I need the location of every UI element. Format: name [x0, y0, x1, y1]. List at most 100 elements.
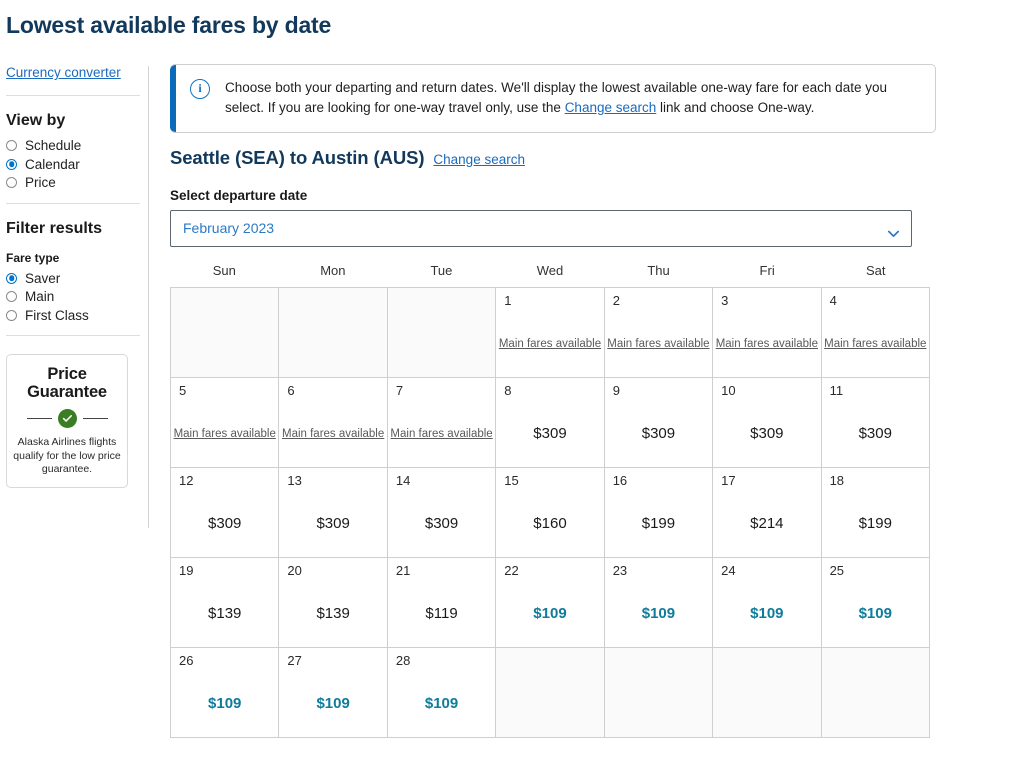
calendar-fare-price: $309: [858, 424, 892, 442]
calendar-day-number: 24: [721, 562, 736, 578]
calendar-day-cell[interactable]: 7 Main fares available: [387, 377, 497, 468]
banner-text: Choose both your departing and return da…: [225, 78, 921, 119]
calendar-day-cell[interactable]: 23 $109: [604, 557, 714, 648]
fare-type-option-main[interactable]: Main: [6, 290, 140, 304]
calendar-day-cell[interactable]: 16 $199: [604, 467, 714, 558]
calendar-day-cell[interactable]: 11 $309: [821, 377, 930, 468]
route-title: Seattle (SEA) to Austin (AUS): [170, 146, 425, 168]
calendar-day-cell[interactable]: 5 Main fares available: [171, 377, 280, 468]
view-by-option-label: Schedule: [25, 138, 82, 153]
calendar-day-cell[interactable]: 9 $309: [604, 377, 714, 468]
calendar-day-number: 4: [829, 292, 837, 308]
calendar-fare-price-sale: $109: [858, 604, 892, 622]
info-icon: i: [190, 79, 210, 99]
calendar-day-cell[interactable]: 24 $109: [713, 557, 822, 648]
calendar-cell-empty: [821, 647, 930, 738]
calendar-day-number: 19: [179, 562, 194, 578]
calendar-fare-price: $119: [425, 604, 458, 622]
calendar-day-cell[interactable]: 21 $119: [387, 557, 497, 648]
calendar-cell-body: Main fares available: [605, 314, 712, 377]
calendar-day-cell[interactable]: 15 $160: [496, 467, 605, 558]
calendar-fare-price: $199: [858, 514, 892, 532]
price-guarantee-text: Alaska Airlines flights qualify for the …: [13, 435, 121, 476]
calendar-cell-body: $199: [605, 494, 712, 557]
rule-left: [26, 417, 52, 419]
calendar-cell-empty: [496, 647, 605, 738]
fare-type-option-first-class[interactable]: First Class: [6, 308, 140, 323]
calendar-day-cell[interactable]: 8 $309: [496, 377, 605, 468]
main-content: i Choose both your departing and return …: [170, 64, 938, 738]
calendar-cell-body: $309: [279, 494, 386, 557]
fare-type-option-label: Main: [25, 289, 55, 304]
chevron-down-icon: [887, 225, 900, 237]
calendar-day-cell[interactable]: 2 Main fares available: [604, 287, 714, 378]
calendar-day-number: 10: [721, 382, 736, 398]
fare-calendar: Sun Mon Tue Wed Thu Fri Sat 1 Main fares …: [170, 263, 930, 738]
calendar-cell-body: $109: [279, 674, 386, 737]
main-fares-available-link[interactable]: Main fares available: [390, 427, 492, 443]
calendar-day-cell[interactable]: 10 $309: [713, 377, 822, 468]
view-by-option-calendar[interactable]: Calendar: [6, 157, 140, 172]
calendar-day-number: 1: [504, 292, 512, 308]
calendar-day-cell[interactable]: 17 $214: [713, 467, 822, 558]
main-fares-available-link[interactable]: Main fares available: [824, 337, 926, 353]
calendar-cell-body: $109: [388, 674, 495, 737]
calendar-cell-body: $309: [713, 404, 820, 467]
calendar-day-number: 11: [829, 382, 844, 398]
calendar-day-cell[interactable]: 19 $139: [171, 557, 280, 648]
calendar-fare-price: $139: [316, 604, 350, 622]
calendar-cell-body: $309: [496, 404, 603, 467]
weekday-sun: Sun: [212, 262, 236, 278]
calendar-day-cell[interactable]: 4 Main fares available: [821, 287, 930, 378]
fare-type-option-label: Saver: [25, 270, 61, 286]
calendar-day-cell[interactable]: 1 Main fares available: [496, 287, 605, 378]
sidebar-vertical-divider: [148, 66, 149, 528]
calendar-day-number: 27: [287, 652, 302, 668]
currency-converter-link[interactable]: Currency converter: [6, 65, 121, 80]
calendar-fare-price: $160: [533, 514, 567, 532]
calendar-day-cell[interactable]: 14 $309: [387, 467, 497, 558]
calendar-cell-body: Main fares available: [496, 314, 603, 377]
calendar-day-number: 12: [179, 472, 194, 488]
view-by-option-price[interactable]: Price: [6, 176, 140, 190]
fare-type-option-saver[interactable]: Saver: [6, 270, 140, 286]
weekday-wed: Wed: [536, 262, 564, 278]
sidebar-divider-2: [6, 202, 140, 204]
change-search-link[interactable]: Change search: [433, 152, 525, 167]
calendar-day-cell[interactable]: 27 $109: [279, 647, 388, 738]
main-fares-available-link[interactable]: Main fares available: [174, 427, 276, 443]
main-fares-available-link[interactable]: Main fares available: [499, 337, 601, 353]
calendar-day-cell[interactable]: 3 Main fares available: [713, 287, 822, 378]
calendar-day-cell[interactable]: 18 $199: [821, 467, 930, 558]
view-by-option-schedule[interactable]: Schedule: [6, 139, 140, 153]
calendar-fare-price: $309: [641, 424, 676, 442]
calendar-day-number: 13: [287, 472, 302, 488]
calendar-fare-price-sale: $109: [533, 604, 567, 622]
calendar-fare-price-sale: $109: [750, 604, 784, 622]
month-select[interactable]: February 2023: [170, 209, 912, 247]
price-guarantee-title-line2: Guarantee: [27, 383, 107, 402]
calendar-day-cell[interactable]: 6 Main fares available: [279, 377, 388, 468]
main-fares-available-link[interactable]: Main fares available: [607, 337, 709, 353]
banner-change-search-link[interactable]: Change search: [565, 100, 657, 115]
banner-text-part2: link and choose One-way.: [656, 100, 815, 116]
calendar-day-number: 7: [395, 382, 404, 398]
calendar-day-cell[interactable]: 20 $139: [279, 557, 388, 648]
calendar-day-cell[interactable]: 25 $109: [821, 557, 930, 648]
calendar-day-cell[interactable]: 22 $109: [496, 557, 605, 648]
calendar-day-cell[interactable]: 12 $309: [171, 467, 280, 558]
calendar-day-number: 2: [612, 292, 620, 308]
calendar-cell-body: $139: [171, 584, 278, 647]
radio-icon: [6, 291, 17, 303]
calendar-day-cell[interactable]: 13 $309: [279, 467, 388, 558]
main-fares-available-link[interactable]: Main fares available: [716, 337, 818, 353]
calendar-cell-body: $109: [605, 584, 712, 647]
rule-right: [82, 417, 108, 419]
calendar-day-cell[interactable]: 28 $109: [387, 647, 497, 738]
calendar-cell-body: $160: [496, 494, 603, 557]
fare-type-label: Fare type: [6, 250, 60, 265]
main-fares-available-link[interactable]: Main fares available: [282, 427, 384, 443]
calendar-day-number: 21: [395, 562, 411, 578]
calendar-day-number: 17: [721, 472, 736, 488]
calendar-day-cell[interactable]: 26 $109: [171, 647, 280, 738]
